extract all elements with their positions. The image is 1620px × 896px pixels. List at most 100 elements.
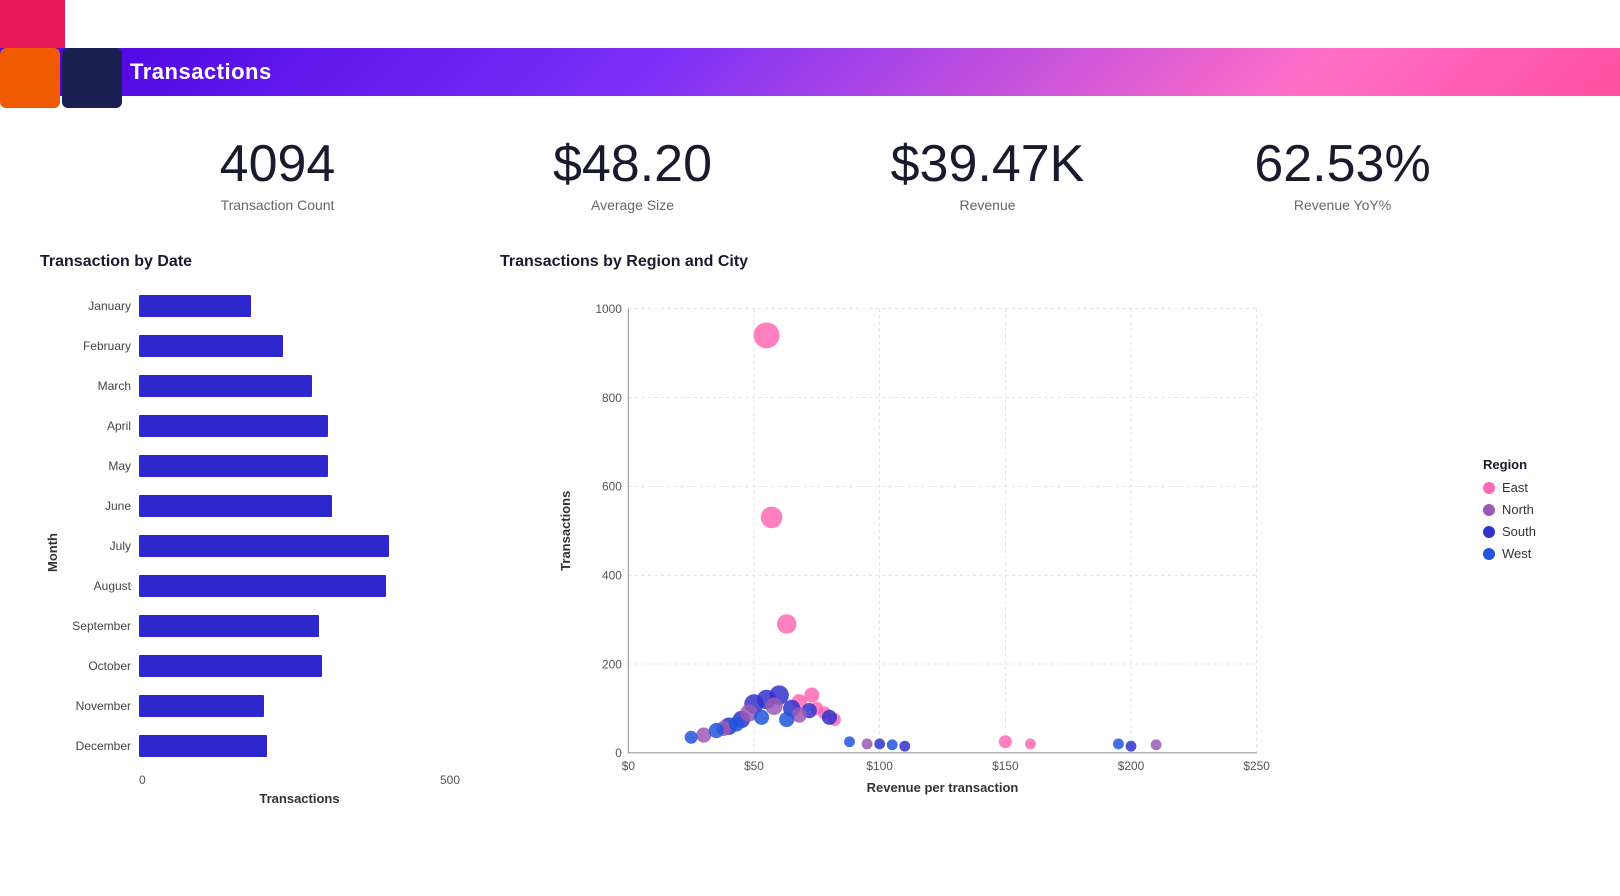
svg-text:200: 200 bbox=[602, 658, 622, 672]
bar-row: December bbox=[64, 727, 460, 765]
scatter-section: Transactions by Region and City 0 200 400 6… bbox=[500, 253, 1580, 807]
legend-box: Region East North South West bbox=[1469, 447, 1550, 578]
svg-text:Revenue per transaction: Revenue per transaction bbox=[867, 780, 1019, 795]
svg-text:$250: $250 bbox=[1243, 759, 1270, 773]
logo-dark bbox=[62, 48, 122, 108]
kpi-transaction-count-value: 4094 bbox=[100, 136, 455, 193]
bar-row: September bbox=[64, 607, 460, 645]
kpi-revenue-label: Revenue bbox=[810, 197, 1165, 213]
legend-dot-west bbox=[1483, 548, 1495, 560]
bar-fill bbox=[139, 335, 283, 357]
legend-dot-north bbox=[1483, 504, 1495, 516]
bar-label: July bbox=[64, 539, 139, 553]
bar-track bbox=[139, 735, 460, 757]
bar-track bbox=[139, 335, 460, 357]
kpi-transaction-count: 4094 Transaction Count bbox=[100, 136, 455, 213]
bar-label: September bbox=[64, 619, 139, 633]
bar-label: October bbox=[64, 659, 139, 673]
svg-text:600: 600 bbox=[602, 480, 622, 494]
bar-rows-container: January February March April May bbox=[64, 287, 460, 767]
bar-fill bbox=[139, 735, 267, 757]
kpi-revenue-yoy-value: 62.53% bbox=[1165, 136, 1520, 193]
bar-x-tick-500: 500 bbox=[440, 773, 460, 787]
logo-pink-bg bbox=[0, 0, 65, 48]
kpi-revenue: $39.47K Revenue bbox=[810, 136, 1165, 213]
legend-label-north: North bbox=[1502, 502, 1534, 517]
bar-label: December bbox=[64, 739, 139, 753]
bar-fill bbox=[139, 495, 332, 517]
bar-fill bbox=[139, 695, 264, 717]
bar-x-tick-0: 0 bbox=[139, 773, 146, 787]
svg-text:Transactions: Transactions bbox=[558, 491, 573, 571]
bar-row: May bbox=[64, 447, 460, 485]
legend-item-north: North bbox=[1483, 502, 1536, 517]
app-header: Transactions bbox=[0, 48, 1620, 96]
bar-track bbox=[139, 615, 460, 637]
bar-row: August bbox=[64, 567, 460, 605]
kpi-transaction-count-label: Transaction Count bbox=[100, 197, 455, 213]
bar-label: April bbox=[64, 419, 139, 433]
bar-row: October bbox=[64, 647, 460, 685]
bar-track bbox=[139, 495, 460, 517]
legend-dot-east bbox=[1483, 482, 1495, 494]
legend-item-east: East bbox=[1483, 480, 1536, 495]
bar-y-axis-label: Month bbox=[45, 503, 60, 572]
bar-chart-title: Transaction by Date bbox=[40, 253, 460, 271]
bar-x-axis-label: Transactions bbox=[259, 791, 339, 806]
svg-text:$50: $50 bbox=[744, 759, 764, 773]
bar-fill bbox=[139, 535, 389, 557]
svg-text:0: 0 bbox=[615, 746, 622, 760]
bar-track bbox=[139, 415, 460, 437]
scatter-svg: 02004006008001000$0$50$100$150$200$250Tr… bbox=[500, 287, 1580, 807]
charts-row: Transaction by Date Month January Februa… bbox=[0, 233, 1620, 827]
legend-dot-south bbox=[1483, 526, 1495, 538]
page-title: Transactions bbox=[130, 59, 272, 85]
scatter-chart-wrapper: 02004006008001000$0$50$100$150$200$250Tr… bbox=[500, 287, 1580, 807]
bar-track bbox=[139, 375, 460, 397]
bar-label: March bbox=[64, 379, 139, 393]
bar-track bbox=[139, 535, 460, 557]
legend-item-west: West bbox=[1483, 546, 1536, 561]
bar-fill bbox=[139, 375, 312, 397]
svg-text:800: 800 bbox=[602, 391, 622, 405]
svg-text:1000: 1000 bbox=[595, 302, 622, 316]
legend-title: Region bbox=[1483, 457, 1536, 472]
bar-row: March bbox=[64, 367, 460, 405]
bar-label: June bbox=[64, 499, 139, 513]
scatter-chart-title: Transactions by Region and City bbox=[500, 253, 1580, 271]
bar-label: August bbox=[64, 579, 139, 593]
kpi-revenue-yoy-label: Revenue YoY% bbox=[1165, 197, 1520, 213]
legend-label-south: South bbox=[1502, 524, 1536, 539]
svg-text:$200: $200 bbox=[1118, 759, 1145, 773]
svg-text:400: 400 bbox=[602, 569, 622, 583]
bar-fill bbox=[139, 295, 251, 317]
bar-fill bbox=[139, 615, 319, 637]
bar-row: April bbox=[64, 407, 460, 445]
legend-item-south: South bbox=[1483, 524, 1536, 539]
legend-label-west: West bbox=[1502, 546, 1531, 561]
bar-track bbox=[139, 695, 460, 717]
kpi-revenue-value: $39.47K bbox=[810, 136, 1165, 193]
bar-label: January bbox=[64, 299, 139, 313]
bar-row: February bbox=[64, 327, 460, 365]
bar-fill bbox=[139, 655, 322, 677]
logo-orange bbox=[0, 48, 60, 108]
bar-row: November bbox=[64, 687, 460, 725]
kpi-average-size-value: $48.20 bbox=[455, 136, 810, 193]
bar-row: July bbox=[64, 527, 460, 565]
bar-track bbox=[139, 455, 460, 477]
kpi-row: 4094 Transaction Count $48.20 Average Si… bbox=[0, 106, 1620, 233]
bar-fill bbox=[139, 415, 328, 437]
legend-label-east: East bbox=[1502, 480, 1528, 495]
svg-text:$0: $0 bbox=[622, 759, 636, 773]
bar-track bbox=[139, 655, 460, 677]
bar-chart-section: Transaction by Date Month January Februa… bbox=[40, 253, 460, 807]
bar-track bbox=[139, 575, 460, 597]
kpi-average-size: $48.20 Average Size bbox=[455, 136, 810, 213]
bar-row: June bbox=[64, 487, 460, 525]
kpi-average-size-label: Average Size bbox=[455, 197, 810, 213]
bar-label: February bbox=[64, 339, 139, 353]
svg-text:$150: $150 bbox=[992, 759, 1019, 773]
bar-track bbox=[139, 295, 460, 317]
bar-row: January bbox=[64, 287, 460, 325]
